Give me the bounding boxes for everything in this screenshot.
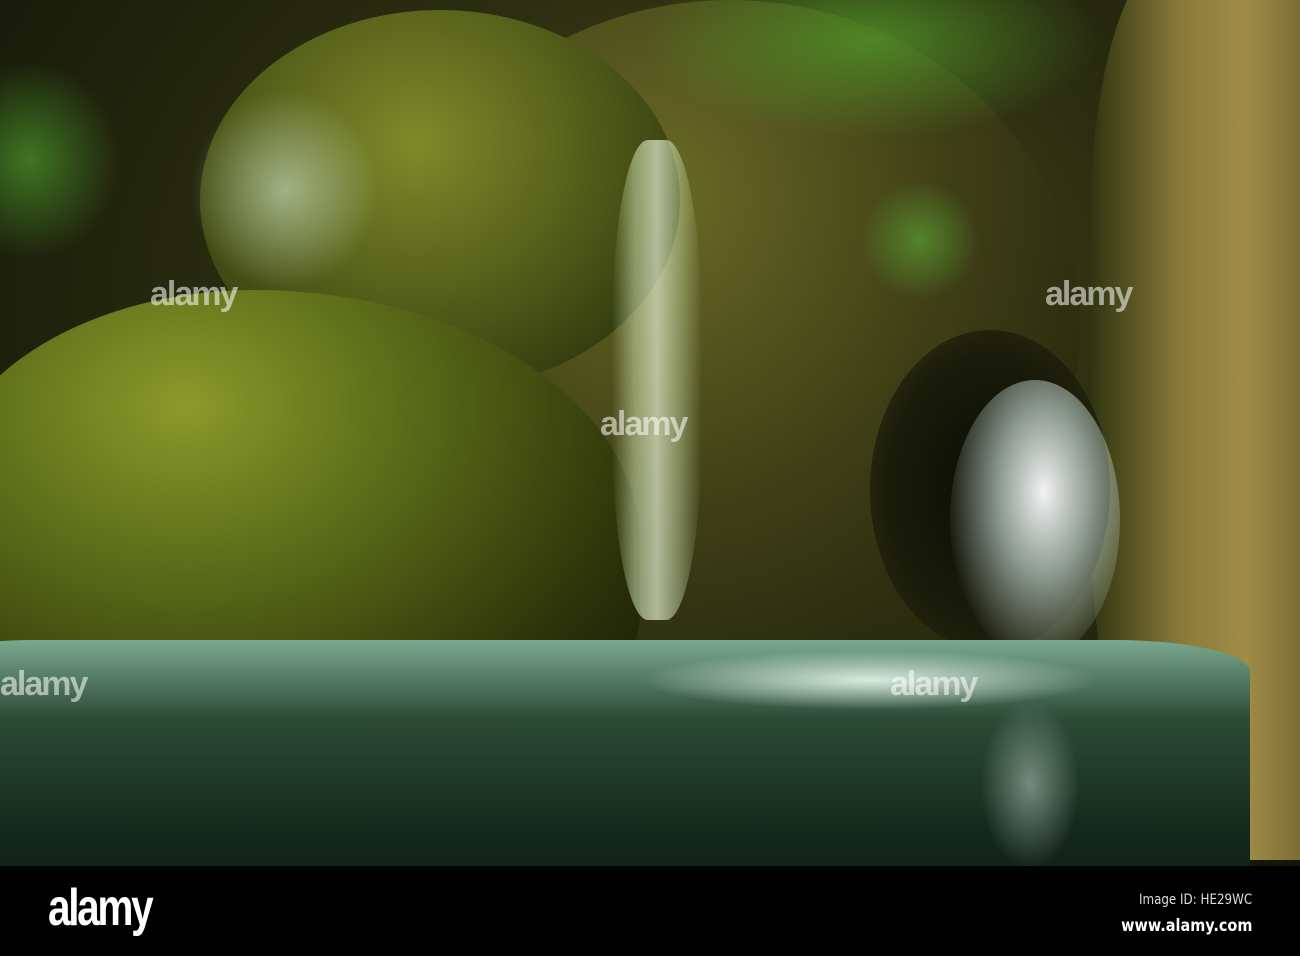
image-id: Image ID: HE29WC — [1138, 892, 1252, 908]
waterfall-photo: alamy alamy alamy alamy alamy — [0, 0, 1300, 866]
watermark: alamy — [150, 275, 238, 313]
stock-photo-page: alamy alamy alamy alamy alamy alamy Imag… — [0, 0, 1300, 956]
right-waterfall — [950, 380, 1120, 660]
waterfall-reflection — [980, 700, 1080, 866]
upper-cascade — [190, 90, 380, 290]
watermark: alamy — [0, 665, 88, 703]
leaves-right — [860, 180, 980, 300]
watermark: alamy — [1045, 275, 1133, 313]
footer-bar: alamy Image ID: HE29WC www.alamy.com — [0, 866, 1300, 956]
alamy-logo[interactable]: alamy — [48, 878, 154, 938]
site-url[interactable]: www.alamy.com — [1121, 916, 1252, 936]
leaves-left — [0, 60, 120, 260]
watermark: alamy — [890, 665, 978, 703]
central-waterfall — [612, 140, 702, 620]
watermark: alamy — [600, 405, 688, 443]
